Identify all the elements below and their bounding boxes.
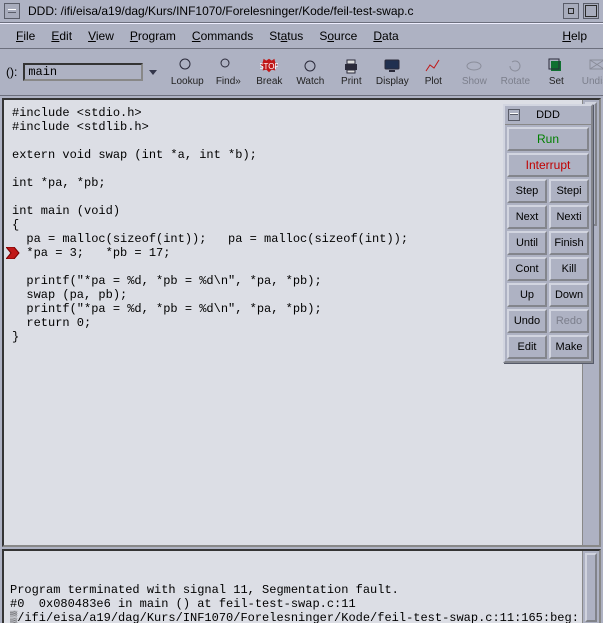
menu-bar: File Edit View Program Commands Status S…	[0, 23, 603, 49]
cont-button[interactable]: Cont	[507, 257, 547, 281]
maximize-button[interactable]	[583, 3, 599, 19]
console-text: Program terminated with signal 11, Segme…	[10, 583, 593, 623]
next-button[interactable]: Next	[507, 205, 547, 229]
until-button[interactable]: Until	[507, 231, 547, 255]
toolbar: (): Lookup Find» STOP Break Watch Print Displa…	[0, 49, 603, 96]
make-button[interactable]: Make	[549, 335, 589, 359]
current-line-marker-icon	[6, 247, 20, 259]
menu-view[interactable]: View	[80, 26, 122, 46]
arg-input[interactable]	[23, 63, 143, 81]
watch-button[interactable]: Watch	[290, 52, 330, 92]
arg-dropdown-icon[interactable]	[147, 64, 159, 80]
break-button[interactable]: STOP Break	[249, 52, 289, 92]
menu-edit[interactable]: Edit	[43, 26, 80, 46]
finish-button[interactable]: Finish	[549, 231, 589, 255]
redo-button: Redo	[549, 309, 589, 333]
show-label: Show	[462, 76, 487, 87]
source-code[interactable]: #include <stdio.h> #include <stdlib.h> e…	[4, 100, 582, 545]
display-button[interactable]: Display	[372, 52, 412, 92]
step-button[interactable]: Step	[507, 179, 547, 203]
source-text: #include <stdio.h> #include <stdlib.h> e…	[12, 106, 574, 344]
watch-label: Watch	[296, 76, 324, 87]
display-label: Display	[376, 76, 409, 87]
command-tool-menu-icon[interactable]	[508, 109, 520, 121]
watch-icon	[301, 57, 319, 75]
rotate-label: Rotate	[501, 76, 530, 87]
show-icon	[465, 57, 483, 75]
print-icon	[342, 57, 360, 75]
stepi-button[interactable]: Stepi	[549, 179, 589, 203]
menu-program[interactable]: Program	[122, 26, 184, 46]
find-icon	[219, 57, 237, 75]
plot-button[interactable]: Plot	[413, 52, 453, 92]
interrupt-button[interactable]: Interrupt	[507, 153, 589, 177]
menu-source[interactable]: Source	[311, 26, 365, 46]
print-label: Print	[341, 76, 362, 87]
rotate-button: Rotate	[495, 52, 535, 92]
lookup-button[interactable]: Lookup	[167, 52, 207, 92]
kill-button[interactable]: Kill	[549, 257, 589, 281]
window-title: DDD: /ifi/eisa/a19/dag/Kurs/INF1070/Fore…	[24, 4, 559, 18]
set-label: Set	[549, 76, 564, 87]
console-scroll-thumb[interactable]	[585, 553, 597, 622]
undo-button[interactable]: Undo	[507, 309, 547, 333]
menu-help[interactable]: Help	[554, 26, 595, 46]
rotate-icon	[506, 57, 524, 75]
menu-status[interactable]: Status	[261, 26, 311, 46]
break-label: Break	[256, 76, 282, 87]
show-button: Show	[454, 52, 494, 92]
minimize-button[interactable]	[563, 3, 579, 19]
display-icon	[383, 57, 401, 75]
find-fwd-button[interactable]: Find»	[208, 52, 248, 92]
set-button[interactable]: Set	[536, 52, 576, 92]
menu-commands[interactable]: Commands	[184, 26, 261, 46]
window-menu-button[interactable]	[4, 3, 20, 19]
lookup-icon	[178, 57, 196, 75]
run-button[interactable]: Run	[507, 127, 589, 151]
up-button[interactable]: Up	[507, 283, 547, 307]
edit-button[interactable]: Edit	[507, 335, 547, 359]
title-bar: DDD: /ifi/eisa/a19/dag/Kurs/INF1070/Fore…	[0, 0, 603, 23]
lookup-label: Lookup	[171, 76, 204, 87]
menu-file[interactable]: File	[8, 26, 43, 46]
source-area: #include <stdio.h> #include <stdlib.h> e…	[2, 98, 601, 547]
svg-text:STOP: STOP	[260, 62, 278, 71]
plot-icon	[424, 57, 442, 75]
undisp-button: Undisp	[577, 52, 603, 92]
arg-label: ():	[6, 65, 19, 79]
console-scrollbar[interactable]	[582, 551, 599, 623]
undisp-label: Undisp	[582, 76, 603, 87]
nexti-button[interactable]: Nexti	[549, 205, 589, 229]
command-tool-title-label: DDD	[536, 109, 560, 121]
menu-data[interactable]: Data	[365, 26, 406, 46]
undisp-icon	[588, 57, 603, 75]
command-tool-title[interactable]: DDD	[505, 106, 591, 125]
plot-label: Plot	[425, 76, 442, 87]
set-icon	[547, 57, 565, 75]
break-icon: STOP	[260, 57, 278, 75]
down-button[interactable]: Down	[549, 283, 589, 307]
find-fwd-label: Find»	[216, 76, 241, 87]
command-tool-window[interactable]: DDD Run Interrupt StepStepiNextNextiUnti…	[503, 104, 593, 363]
gdb-console[interactable]: Program terminated with signal 11, Segme…	[2, 549, 601, 623]
print-button[interactable]: Print	[331, 52, 371, 92]
